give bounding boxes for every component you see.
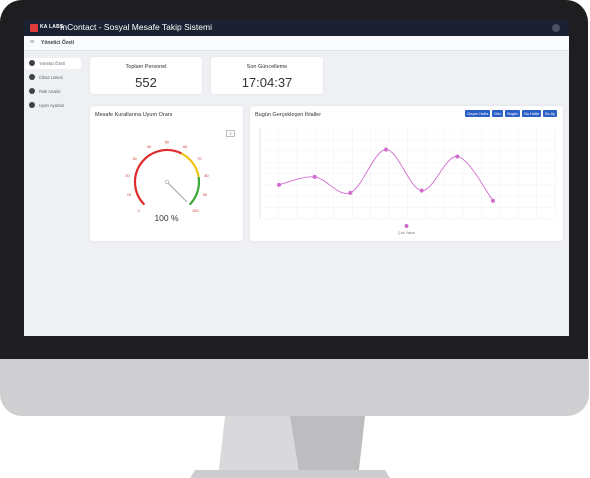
brand-logo [30, 24, 38, 32]
gauge-band-0 [133, 148, 183, 206]
sidebar: Yönetici Özeti Cihaz Listesi Risk Analiz… [24, 51, 84, 336]
gauge-tick-label: 90 [203, 193, 207, 197]
gauge-tick-label: 70 [197, 157, 201, 161]
analytics-icon [29, 88, 35, 94]
gauge-band-1 [180, 152, 200, 178]
sidebar-item-label: Risk Analizi [39, 89, 61, 94]
gauge-tick-label: 30 [133, 157, 137, 161]
list-icon [29, 74, 35, 80]
settings-icon [29, 102, 35, 108]
gauge-tick-label: 50 [165, 141, 169, 145]
app-screen: KA LABS InContact - Sosyal Mesafe Takip … [24, 20, 569, 336]
app-header: KA LABS InContact - Sosyal Mesafe Takip … [24, 20, 569, 36]
dashboard-icon [29, 60, 35, 66]
chart-legend-label[interactable]: Çok Yakın [250, 231, 563, 235]
data-point[interactable] [277, 182, 281, 187]
gauge-hub [164, 179, 170, 185]
gauge-tick-label: 20 [125, 174, 129, 178]
data-point[interactable] [491, 198, 495, 203]
stat-value: 17:04:37 [241, 75, 293, 90]
gauge-tick-label: 10 [127, 193, 131, 197]
gauge-tick-label: 80 [204, 174, 208, 178]
data-point[interactable] [312, 174, 317, 179]
sidebar-item-alerts[interactable]: Uyarı Ayarları [25, 100, 81, 111]
gauge-value-label: 100 % [154, 213, 179, 223]
data-point[interactable] [384, 147, 388, 152]
gauge-tick-label: 60 [183, 145, 187, 149]
stat-title: Toplam Personel [125, 64, 167, 70]
sidebar-item-devices[interactable]: Cihaz Listesi [25, 72, 81, 83]
data-point[interactable] [348, 190, 353, 195]
data-point[interactable] [419, 188, 424, 193]
stat-title: Son Güncelleme [246, 64, 288, 70]
gauge-band-2 [188, 176, 201, 206]
main-content: Toplam Personel 552 Son Güncelleme 17:04… [86, 51, 569, 336]
app-title: InContact - Sosyal Mesafe Takip Sistemi [60, 22, 212, 32]
page-subbar: ≡ Yönetici Özeti [24, 36, 569, 51]
sidebar-item-label: Yönetici Özeti [39, 61, 65, 66]
gauge-tick-label: 40 [147, 145, 151, 149]
stat-value: 552 [135, 75, 157, 90]
legend-marker[interactable] [404, 224, 409, 228]
stat-card-last-update: Son Güncelleme 17:04:37 [211, 57, 323, 94]
violations-panel: Bugün Gerçekleşen İhlaller Geçen Hafta D… [250, 106, 563, 241]
gauge-needle [166, 181, 188, 203]
violations-line-chart [259, 127, 556, 228]
sidebar-item-dashboard[interactable]: Yönetici Özeti [25, 58, 81, 69]
menu-toggle-icon[interactable]: ≡ [30, 39, 34, 46]
user-avatar-icon[interactable] [552, 24, 560, 32]
sidebar-item-label: Uyarı Ayarları [39, 103, 65, 108]
sidebar-item-risk[interactable]: Risk Analizi [25, 86, 81, 97]
series-line [278, 149, 494, 202]
stat-card-personnel: Toplam Personel 552 [90, 57, 202, 94]
data-point[interactable] [455, 154, 460, 159]
gauge-panel: Mesafe Kurallarına Uyum Oranı ≡ 0 10 20 30 4… [90, 106, 243, 241]
page-title: Yönetici Özeti [41, 40, 75, 46]
sidebar-item-label: Cihaz Listesi [39, 75, 63, 80]
